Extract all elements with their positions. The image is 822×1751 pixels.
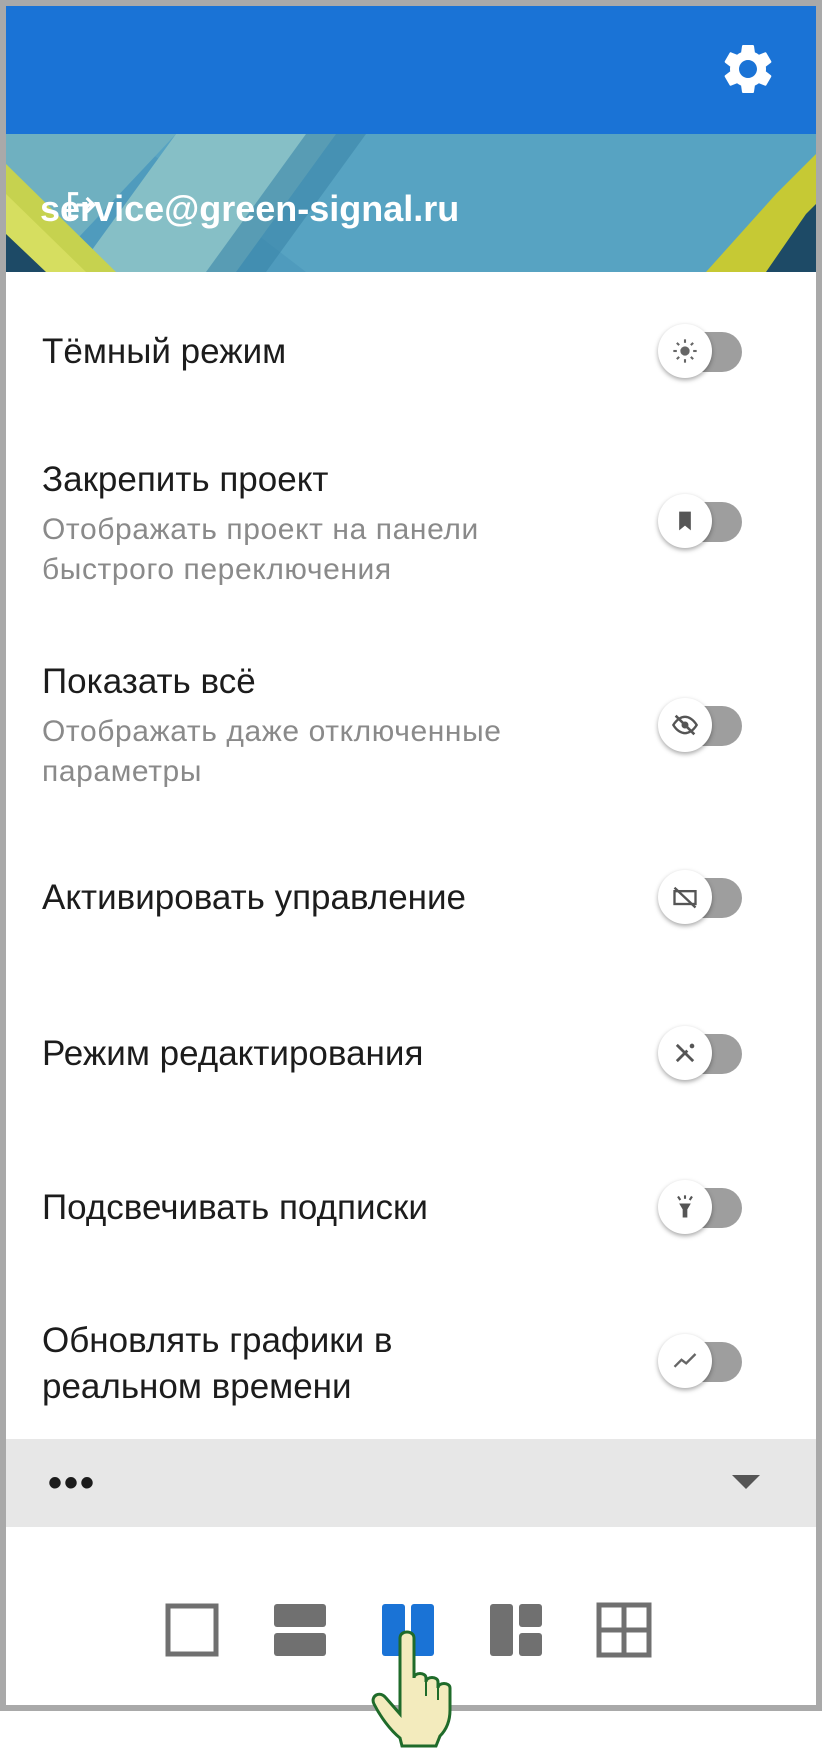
bookmark-icon <box>679 511 691 531</box>
layout-rows-icon[interactable] <box>270 1600 330 1660</box>
pin-project-toggle[interactable] <box>658 492 750 552</box>
dark-mode-toggle[interactable] <box>658 322 750 382</box>
sun-icon <box>673 339 697 363</box>
toggle-knob <box>658 1180 712 1234</box>
toggle-knob <box>658 1334 712 1388</box>
setting-title: Тёмный режим <box>42 332 287 371</box>
setting-title: Обновлять графики в реальном времени <box>42 1321 393 1406</box>
realtime-charts-toggle[interactable] <box>658 1332 750 1392</box>
toggle-knob <box>658 870 712 924</box>
toggle-knob <box>658 494 712 548</box>
layout-single-icon[interactable] <box>162 1600 222 1660</box>
trend-icon <box>673 1353 697 1368</box>
edit-mode-toggle[interactable] <box>658 1024 750 1084</box>
show-all-toggle[interactable] <box>658 696 750 756</box>
setting-subtitle: Отображать проект на панели быстрого пер… <box>42 513 479 586</box>
setting-title: Подсвечивать подписки <box>42 1188 428 1227</box>
highlight-subscriptions-toggle[interactable] <box>658 1178 750 1238</box>
logout-icon[interactable] <box>62 188 100 222</box>
setting-title: Активировать управление <box>42 878 466 917</box>
more-dots: ••• <box>48 1461 97 1505</box>
chevron-down-icon[interactable] <box>732 1475 760 1489</box>
toggle-knob <box>658 324 712 378</box>
activate-control-toggle[interactable] <box>658 868 750 928</box>
account-info: service@green-signal.ru <box>40 188 459 230</box>
toggle-knob <box>658 1026 712 1080</box>
control-off-icon <box>673 886 697 909</box>
eye-off-icon <box>671 714 699 736</box>
settings-panel: service@green-signal.ru Тёмный режим Зак… <box>0 0 822 1711</box>
more-options-bar[interactable]: ••• <box>6 1439 816 1527</box>
account-banner: service@green-signal.ru <box>6 134 816 272</box>
gear-icon[interactable] <box>718 39 778 99</box>
setting-title: Показать всё <box>42 662 256 701</box>
layout-mixed-icon[interactable] <box>486 1600 546 1660</box>
account-email: service@green-signal.ru <box>40 188 460 229</box>
setting-title: Закрепить проект <box>42 460 329 499</box>
setting-subtitle: Отображать даже отключенные параметры <box>42 715 502 788</box>
top-bar <box>6 6 816 134</box>
flashlight-icon <box>677 1195 693 1218</box>
edit-off-icon <box>675 1043 695 1063</box>
hand-cursor-icon <box>371 1630 452 1748</box>
toggle-knob <box>658 698 712 752</box>
setting-title: Режим редактирования <box>42 1034 424 1073</box>
layout-grid-icon[interactable] <box>594 1600 654 1660</box>
